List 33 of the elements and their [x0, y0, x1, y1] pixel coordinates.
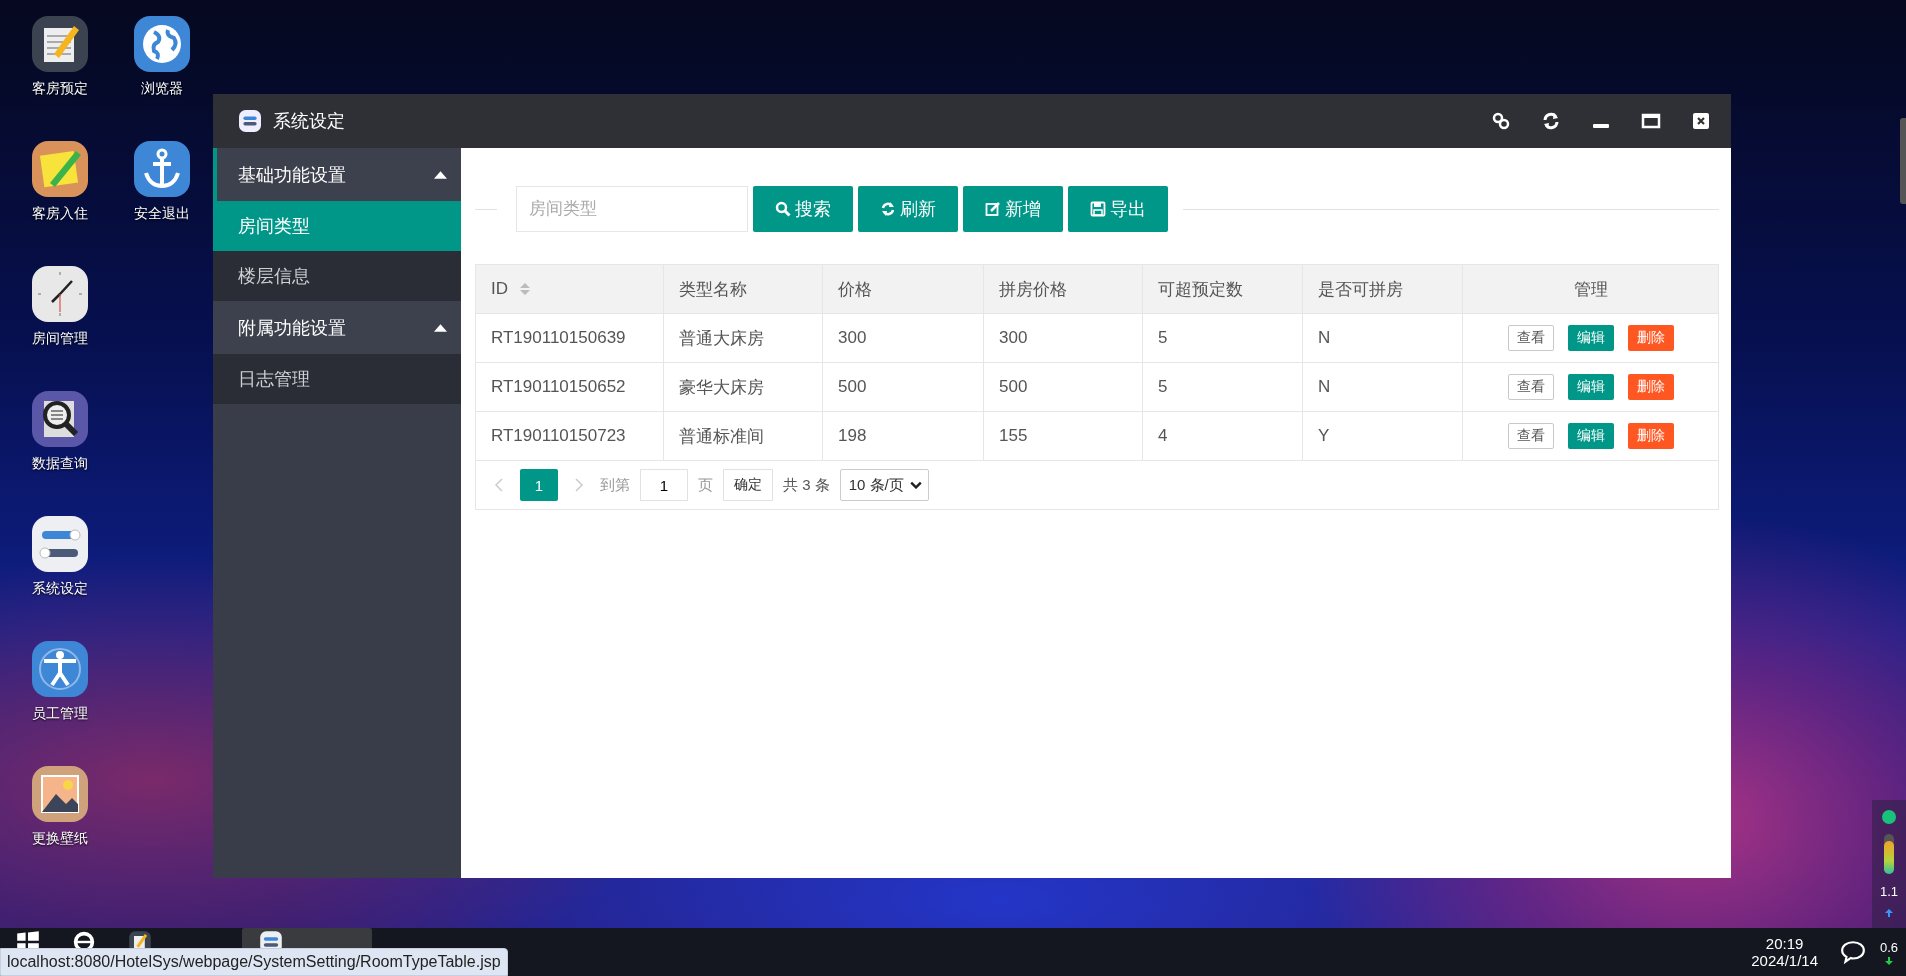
total-count: 共 3 条: [783, 475, 830, 495]
column-header: 是否可拼房: [1303, 265, 1463, 313]
status-url-tooltip: localhost:8080/HotelSys/webpage/SystemSetting/RoomTypeTable.jsp: [0, 948, 508, 976]
clock-date: 2024/1/14: [1751, 952, 1818, 969]
table-cell: 500: [984, 363, 1143, 411]
column-header: 管理: [1572, 278, 1609, 301]
table-cell: 300: [823, 314, 984, 362]
download-speed: 0.6: [1879, 939, 1899, 955]
table-cell: 5: [1143, 314, 1303, 362]
table-cell: 4: [1143, 412, 1303, 460]
column-header: 拼房价格: [984, 265, 1143, 313]
table-cell: 普通大床房: [664, 314, 823, 362]
upload-speed: 1.1: [1879, 884, 1899, 899]
window-title: 系统设定: [273, 110, 345, 133]
table-cell: 300: [984, 314, 1143, 362]
page-unit-label: 页: [698, 475, 713, 495]
table-cell: 155: [984, 412, 1143, 460]
table-cell: 198: [823, 412, 984, 460]
table-cell: RT190110150639: [476, 314, 664, 362]
table-cell: 5: [1143, 363, 1303, 411]
table-cell: RT190110150723: [476, 412, 664, 460]
table-cell: 豪华大床房: [664, 363, 823, 411]
clock-time: 20:19: [1765, 935, 1804, 952]
table-cell: RT190110150652: [476, 363, 664, 411]
goto-label: 到第: [600, 475, 630, 495]
column-header: 价格: [823, 265, 984, 313]
column-header: 类型名称: [664, 265, 823, 313]
column-header: 可超预定数: [1143, 265, 1303, 313]
table-cell: Y: [1303, 412, 1463, 460]
table-cell: 500: [823, 363, 984, 411]
table-cell: N: [1303, 314, 1463, 362]
table-cell: N: [1303, 363, 1463, 411]
table-cell: 普通标准间: [664, 412, 823, 460]
